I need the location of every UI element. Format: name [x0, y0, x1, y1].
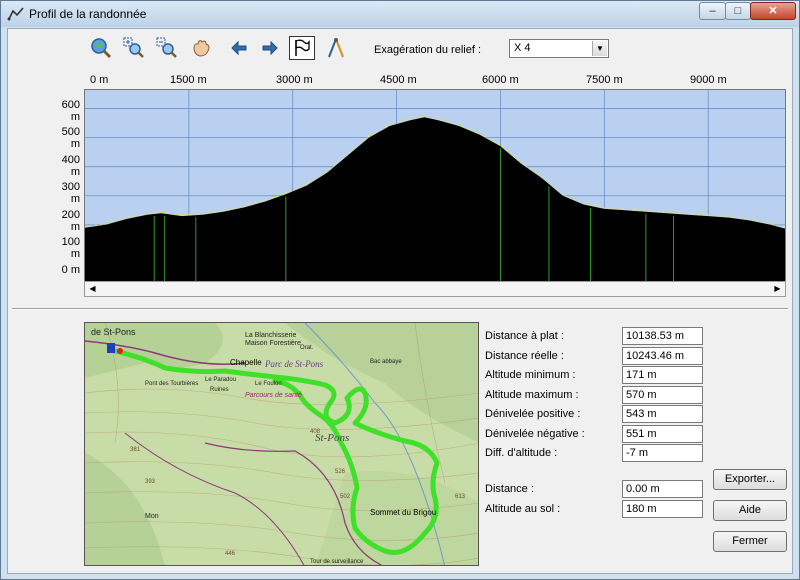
- y-axis-tick-label: 400 m: [61, 154, 80, 178]
- route-app-icon: [7, 7, 24, 21]
- zoom-in-icon: [123, 37, 144, 58]
- pan-button[interactable]: [188, 36, 214, 60]
- export-button[interactable]: Exporter...: [713, 469, 787, 490]
- stat-value-field: 543 m: [622, 405, 703, 423]
- minimize-button[interactable]: –: [699, 2, 726, 20]
- map-label-parc: Parc de St-Pons: [264, 359, 324, 369]
- exaggeration-select[interactable]: X 4 ▼: [509, 39, 609, 58]
- map-spot-height: 526: [335, 469, 346, 475]
- y-axis-tick-label: 600 m: [61, 99, 80, 123]
- exaggeration-label: Exagération du relief :: [374, 44, 482, 56]
- y-axis-tick-label: 100 m: [61, 236, 80, 260]
- stat-label: Diff. d'altitude :: [485, 447, 558, 459]
- stat-label: Altitude minimum :: [485, 369, 576, 381]
- x-axis-tick-label: 7500 m: [586, 74, 623, 86]
- map-spot-height: 502: [340, 494, 351, 500]
- scroll-left-icon[interactable]: ◀: [85, 282, 100, 296]
- previous-button[interactable]: [226, 36, 252, 60]
- stat-label: Distance réelle :: [485, 350, 564, 362]
- map-label-blanchisserie: La Blanchisserie: [245, 332, 296, 339]
- profile-mode-button[interactable]: [289, 36, 315, 60]
- next-button[interactable]: [257, 36, 283, 60]
- elevation-profile-chart[interactable]: [84, 89, 786, 282]
- zoom-out-button[interactable]: [154, 36, 180, 60]
- map-spot-height: 613: [455, 494, 466, 500]
- map-label-chapelle: Chapelle: [230, 358, 262, 367]
- map-label-mon: Mon: [145, 513, 159, 520]
- map-label-foulon: Le Foulon: [255, 381, 282, 387]
- section-separator: [12, 308, 788, 310]
- y-axis-tick-label: 300 m: [61, 181, 80, 205]
- map-label-ruines: Ruines: [210, 387, 229, 393]
- stat-label: Dénivelée positive :: [485, 408, 581, 420]
- maximize-button[interactable]: □: [725, 2, 751, 20]
- map-label-st-pons-road: de St-Pons: [91, 327, 136, 337]
- zoom-extent-icon: [91, 38, 112, 59]
- stat-label: Distance à plat :: [485, 330, 564, 342]
- map-label-pont: Pont des Tourbières: [145, 381, 198, 387]
- x-axis-tick-label: 0 m: [90, 74, 109, 86]
- stat-value-field: 10138.53 m: [622, 327, 703, 345]
- zoom-extent-button[interactable]: [88, 36, 114, 60]
- exaggeration-value: X 4: [514, 42, 531, 54]
- route-map[interactable]: de St-Pons La Blanchisserie Maison Fores…: [84, 322, 479, 566]
- map-label-st-pons: St-Pons: [315, 432, 349, 444]
- stat-label: Altitude maximum :: [485, 389, 579, 401]
- window-title: Profil de la randonnée: [29, 7, 147, 21]
- help-button[interactable]: Aide: [713, 500, 787, 521]
- x-axis-tick-label: 4500 m: [380, 74, 417, 86]
- map-label-tour: Tour de surveillance: [310, 559, 364, 565]
- scroll-right-icon[interactable]: ▶: [770, 282, 785, 296]
- y-axis-tick-label: 500 m: [61, 126, 80, 150]
- chevron-down-icon[interactable]: ▼: [592, 41, 607, 56]
- zoom-out-icon: [156, 37, 177, 58]
- compass-measure-icon: [328, 38, 344, 58]
- y-axis-tick-label: 200 m: [61, 209, 80, 233]
- map-label-orat: Orat.: [300, 345, 314, 351]
- measure-button[interactable]: [323, 36, 349, 60]
- cursor-value-field: 0.00 m: [622, 480, 703, 498]
- map-label-abbaye: Bac abbaye: [370, 359, 402, 365]
- profile-window: Profil de la randonnée – □ ✕ Exagération…: [0, 0, 800, 580]
- arrow-right-icon: [262, 40, 278, 56]
- close-button[interactable]: Fermer: [713, 531, 787, 552]
- route-map-svg: de St-Pons La Blanchisserie Maison Fores…: [85, 323, 478, 565]
- title-bar[interactable]: Profil de la randonnée – □ ✕: [1, 1, 799, 27]
- zoom-in-button[interactable]: [121, 36, 147, 60]
- elevation-profile-svg: [85, 90, 785, 281]
- flag-profile-icon: [295, 39, 310, 56]
- map-label-sommet: Sommet du Brigou: [370, 508, 436, 517]
- map-spot-height: 446: [225, 551, 236, 557]
- x-axis-tick-label: 9000 m: [690, 74, 727, 86]
- y-axis-tick-label: 0 m: [61, 264, 80, 276]
- dialog-client: Exagération du relief : X 4 ▼ 0 m 1500 m 3…: [7, 28, 793, 574]
- map-label-parcours: Parcours de santé: [245, 392, 302, 399]
- cursor-label: Altitude au sol :: [485, 503, 561, 515]
- cursor-label: Distance :: [485, 483, 534, 495]
- close-window-button[interactable]: ✕: [750, 2, 796, 20]
- stat-value-field: -7 m: [622, 444, 703, 462]
- stat-value-field: 10243.46 m: [622, 347, 703, 365]
- map-spot-height: 408: [310, 429, 321, 435]
- profile-horizontal-scrollbar[interactable]: ◀ ▶: [84, 281, 786, 297]
- cursor-value-field: 180 m: [622, 500, 703, 518]
- stat-value-field: 551 m: [622, 425, 703, 443]
- map-spot-height: 393: [145, 479, 156, 485]
- x-axis-tick-label: 3000 m: [276, 74, 313, 86]
- map-label-paradou: Le Paradou: [205, 377, 236, 383]
- map-spot-height: 381: [130, 447, 141, 453]
- stat-value-field: 171 m: [622, 366, 703, 384]
- x-axis-tick-label: 1500 m: [170, 74, 207, 86]
- arrow-left-icon: [231, 40, 247, 56]
- pan-hand-icon: [193, 40, 210, 57]
- stat-value-field: 570 m: [622, 386, 703, 404]
- map-label-maison: Maison Forestière: [245, 340, 301, 347]
- stat-label: Dénivelée négative :: [485, 428, 585, 440]
- x-axis-tick-label: 6000 m: [482, 74, 519, 86]
